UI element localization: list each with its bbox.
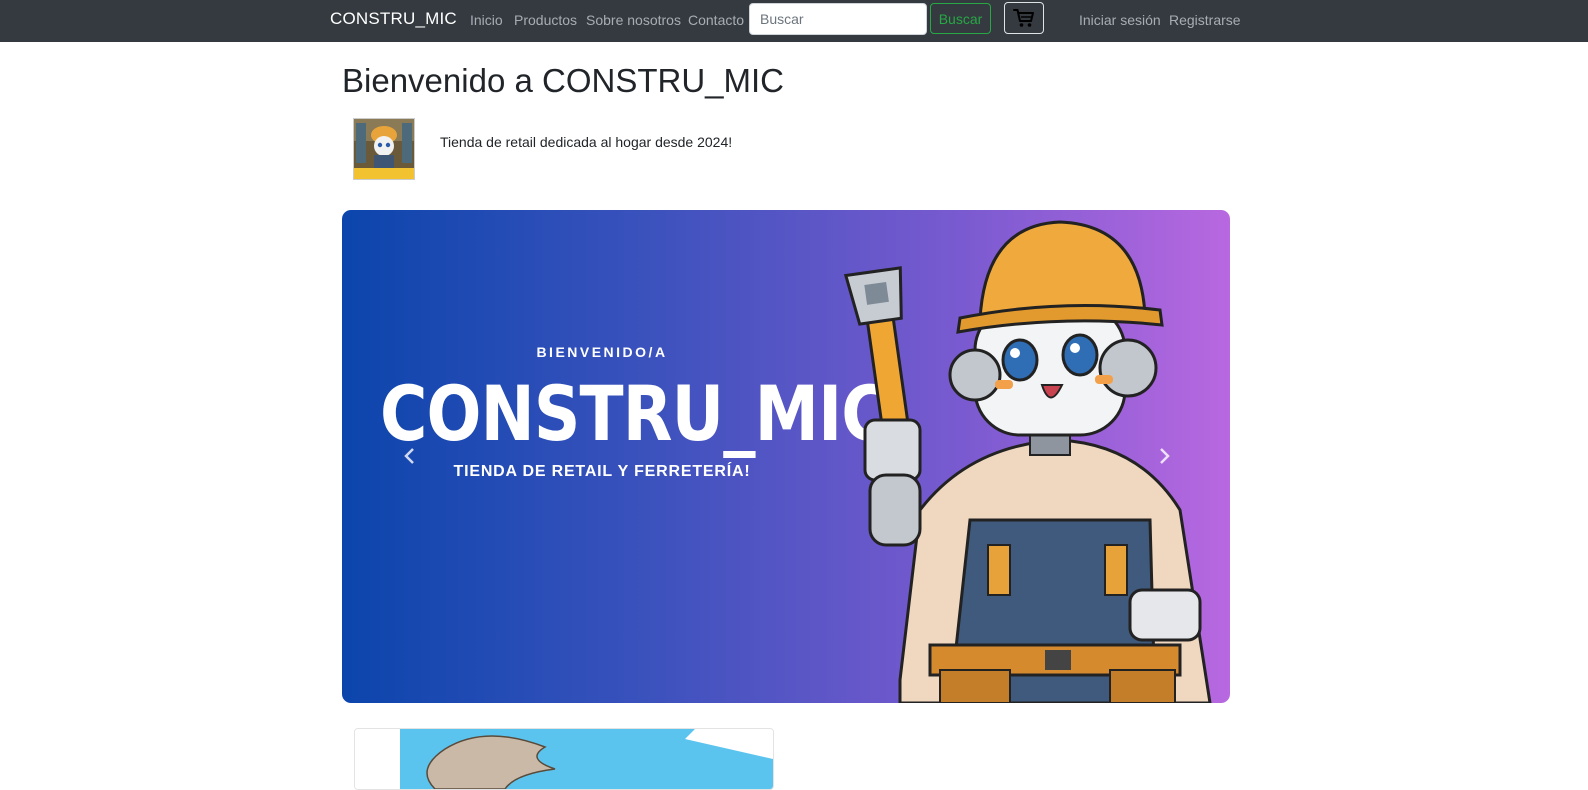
carousel-next-chevron-right-icon[interactable] bbox=[1154, 446, 1174, 466]
store-logo-image bbox=[353, 118, 415, 180]
nav-link-contacto[interactable]: Contacto bbox=[688, 12, 744, 28]
featured-card[interactable] bbox=[354, 728, 774, 790]
nav-link-productos[interactable]: Productos bbox=[514, 12, 577, 28]
shopping-cart-icon bbox=[1013, 9, 1034, 27]
brand-link[interactable]: CONSTRU_MIC bbox=[330, 9, 457, 29]
cart-button[interactable] bbox=[1004, 2, 1044, 34]
nav-link-inicio[interactable]: Inicio bbox=[470, 12, 503, 28]
hero-welcome-text: BIENVENIDO/A bbox=[536, 344, 668, 360]
nav-link-sobre-nosotros[interactable]: Sobre nosotros bbox=[586, 12, 681, 28]
store-tagline: Tienda de retail dedicada al hogar desde… bbox=[440, 134, 733, 150]
search-button[interactable]: Buscar bbox=[930, 3, 991, 34]
register-link[interactable]: Registrarse bbox=[1169, 12, 1241, 28]
hero-subheading: TIENDA DE RETAIL Y FERRETERÍA! bbox=[453, 463, 751, 480]
top-navbar: CONSTRU_MIC Inicio Productos Sobre nosot… bbox=[0, 0, 1588, 42]
page-title: Bienvenido a CONSTRU_MIC bbox=[342, 62, 784, 99]
search-input[interactable] bbox=[749, 3, 927, 35]
card-image bbox=[355, 729, 773, 789]
hero-carousel: BIENVENIDO/A CONSTRU_MIC TIENDA DE RETAI… bbox=[342, 210, 1230, 703]
carousel-prev-chevron-left-icon[interactable] bbox=[400, 446, 420, 466]
login-link[interactable]: Iniciar sesión bbox=[1079, 12, 1161, 28]
